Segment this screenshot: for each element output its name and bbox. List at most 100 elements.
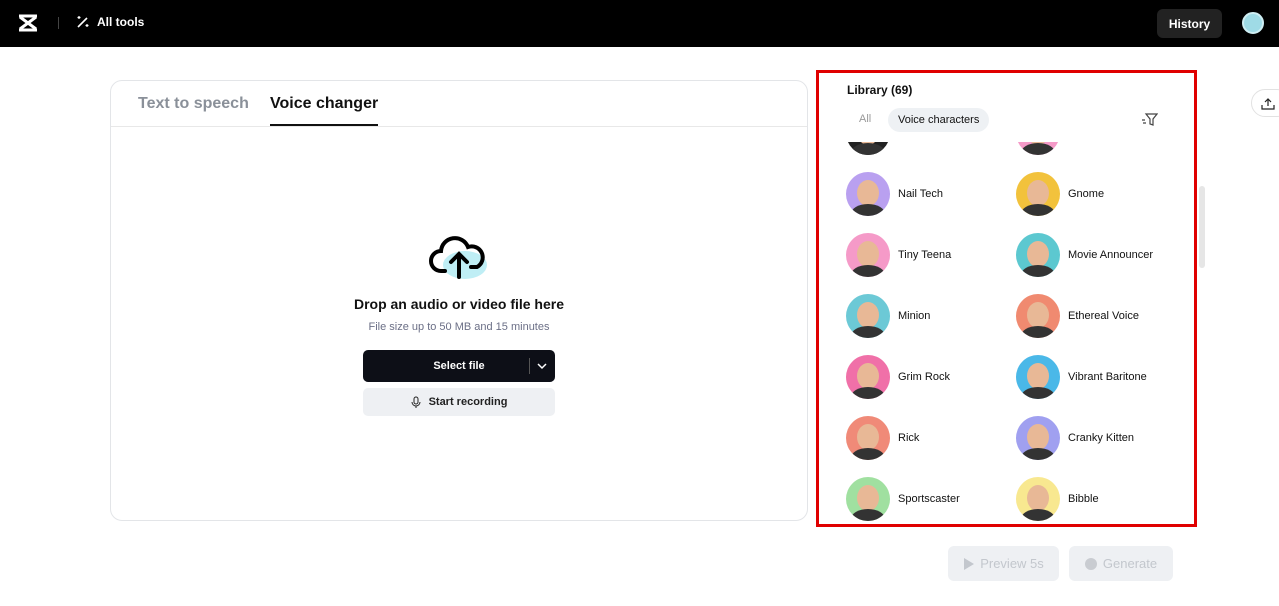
voice-item[interactable]: Rick <box>846 416 1016 460</box>
voice-item[interactable]: Cranky Kitten <box>1016 416 1186 460</box>
voice-item[interactable]: Ethereal Voice <box>1016 294 1186 338</box>
voice-changer-card: Text to speech Voice changer Drop an aud… <box>110 80 808 521</box>
face <box>857 363 879 389</box>
voice-avatar <box>1016 416 1060 460</box>
preview-label: Preview 5s <box>980 556 1044 571</box>
voice-avatar <box>1016 294 1060 338</box>
voice-item[interactable]: Vibrant Baritone <box>1016 355 1186 399</box>
voice-avatar <box>1016 172 1060 216</box>
face <box>1027 485 1049 511</box>
voice-list: Nail Tech Gnome Tiny Teena Movie Announcer M… <box>819 142 1194 524</box>
voice-name: Vibrant Baritone <box>1068 371 1147 383</box>
body <box>1021 326 1055 338</box>
voice-library-panel: Library (69) All Voice characters Nail T… <box>816 70 1197 527</box>
start-recording-button[interactable]: Start recording <box>363 388 555 416</box>
tab-bar: Text to speech Voice changer <box>111 81 807 127</box>
voice-avatar <box>846 172 890 216</box>
magic-wand-icon <box>77 16 89 28</box>
voice-name: Bibble <box>1068 493 1099 505</box>
top-bar: All tools History <box>0 0 1279 47</box>
body <box>1021 509 1055 521</box>
generate-button[interactable]: Generate <box>1069 546 1173 581</box>
body <box>1021 204 1055 216</box>
body <box>851 326 885 338</box>
body <box>1021 387 1055 399</box>
voice-item[interactable]: Nail Tech <box>846 172 1016 216</box>
voice-avatar <box>846 294 890 338</box>
face <box>1027 180 1049 206</box>
face <box>1027 424 1049 450</box>
body <box>851 387 885 399</box>
all-tools-label: All tools <box>97 15 145 29</box>
body <box>1021 143 1055 155</box>
voice-item[interactable]: Grim Rock <box>846 355 1016 399</box>
all-tools-button[interactable]: All tools <box>76 15 144 29</box>
voice-item[interactable]: Tiny Teena <box>846 233 1016 277</box>
library-title: Library (69) <box>847 83 913 97</box>
voice-name: Minion <box>898 310 931 322</box>
body <box>851 204 885 216</box>
voice-item[interactable] <box>846 142 1016 155</box>
select-file-label: Select file <box>433 360 485 372</box>
face <box>857 424 879 450</box>
user-avatar[interactable] <box>1242 12 1264 34</box>
filter-icon[interactable] <box>1142 113 1158 127</box>
face <box>857 241 879 267</box>
voice-avatar <box>846 416 890 460</box>
voice-name: Cranky Kitten <box>1068 432 1135 444</box>
capcut-logo-icon[interactable] <box>17 14 39 32</box>
voice-name: Tiny Teena <box>898 249 952 261</box>
voice-name: Nail Tech <box>898 188 944 200</box>
history-button[interactable]: History <box>1157 9 1222 38</box>
filter-chip-voice-characters[interactable]: Voice characters <box>888 108 990 132</box>
face <box>1027 302 1049 328</box>
voice-avatar <box>846 477 890 521</box>
filter-chip-all[interactable]: All <box>859 113 871 125</box>
divider <box>58 17 59 29</box>
voice-avatar <box>1016 142 1060 155</box>
face <box>1027 363 1049 389</box>
voice-avatar <box>1016 233 1060 277</box>
voice-item[interactable]: Movie Announcer <box>1016 233 1186 277</box>
preview-button[interactable]: Preview 5s <box>948 546 1059 581</box>
body <box>1021 265 1055 277</box>
voice-avatar <box>1016 477 1060 521</box>
file-limit-hint: File size up to 50 MB and 15 minutes <box>368 321 550 333</box>
voice-name: Rick <box>898 432 920 444</box>
chevron-down-icon[interactable] <box>536 358 548 374</box>
scrollbar[interactable] <box>1199 186 1205 268</box>
voice-name: Sportscaster <box>898 493 960 505</box>
upload-sparkle-icon <box>1261 98 1275 110</box>
voice-item[interactable] <box>1016 142 1186 155</box>
face <box>857 302 879 328</box>
voice-name: Movie Announcer <box>1068 249 1153 261</box>
voice-item[interactable]: Gnome <box>1016 172 1186 216</box>
voice-avatar <box>1016 355 1060 399</box>
voice-name: Grim Rock <box>898 371 950 383</box>
microphone-icon <box>411 396 421 408</box>
voice-avatar <box>846 355 890 399</box>
start-recording-label: Start recording <box>428 396 508 408</box>
tab-text-to-speech[interactable]: Text to speech <box>138 95 249 113</box>
face <box>1027 241 1049 267</box>
voice-item[interactable]: Sportscaster <box>846 477 1016 521</box>
face <box>857 180 879 206</box>
face <box>857 485 879 511</box>
drop-title: Drop an audio or video file here <box>353 296 565 312</box>
body <box>851 448 885 460</box>
side-action-button[interactable] <box>1251 89 1279 117</box>
voice-name: Ethereal Voice <box>1068 310 1139 322</box>
play-icon <box>964 557 975 570</box>
voice-avatar <box>846 142 890 155</box>
divider <box>529 358 530 374</box>
select-file-button[interactable]: Select file <box>363 350 555 382</box>
tab-voice-changer[interactable]: Voice changer <box>270 95 379 126</box>
voice-item[interactable]: Bibble <box>1016 477 1186 521</box>
upload-area[interactable]: Drop an audio or video file here File si… <box>111 231 807 416</box>
voice-name: Gnome <box>1068 188 1105 200</box>
body <box>851 143 885 155</box>
generate-label: Generate <box>1102 556 1158 571</box>
generate-dot-icon <box>1084 557 1097 570</box>
body <box>851 509 885 521</box>
voice-item[interactable]: Minion <box>846 294 1016 338</box>
